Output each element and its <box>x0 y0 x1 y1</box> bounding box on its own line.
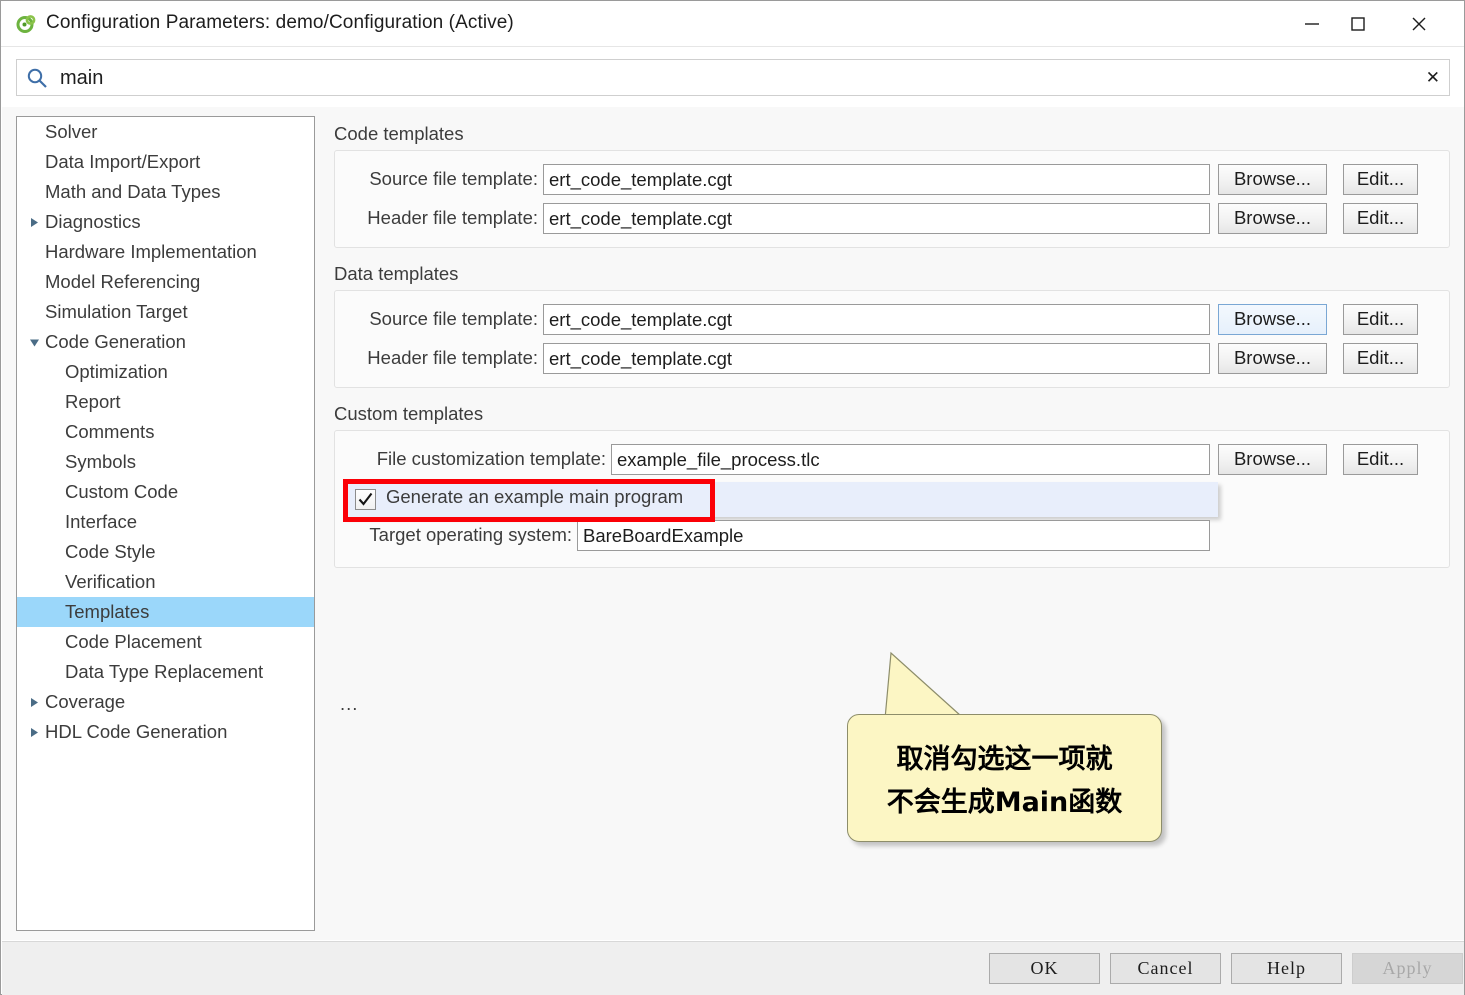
sidebar-item-model-referencing[interactable]: Model Referencing <box>17 267 314 297</box>
file-customization-template-input[interactable]: example_file_process.tlc <box>611 444 1210 475</box>
sidebar-item-label: Data Type Replacement <box>65 661 264 682</box>
sidebar-item-interface[interactable]: Interface <box>17 507 314 537</box>
sidebar-item-templates[interactable]: Templates <box>17 597 314 627</box>
data-header-edit-button[interactable]: Edit... <box>1343 343 1418 374</box>
code-templates-heading: Code templates <box>334 123 464 144</box>
sidebar-item-hardware-implementation[interactable]: Hardware Implementation <box>17 237 314 267</box>
data-header-file-template-input[interactable]: ert_code_template.cgt <box>543 343 1210 374</box>
sidebar-item-label: Code Style <box>65 541 156 562</box>
sidebar-item-comments[interactable]: Comments <box>17 417 314 447</box>
annotation-callout: 取消勾选这一项就 不会生成Main函数 <box>847 651 1162 842</box>
generate-main-program-checkbox[interactable] <box>355 489 376 510</box>
help-button[interactable]: Help <box>1231 953 1342 984</box>
data-templates-heading: Data templates <box>334 263 459 284</box>
code-header-file-template-input[interactable]: ert_code_template.cgt <box>543 203 1210 234</box>
code-header-browse-button[interactable]: Browse... <box>1218 203 1327 234</box>
code-source-edit-button[interactable]: Edit... <box>1343 164 1418 195</box>
minimize-button[interactable] <box>1289 1 1335 46</box>
search-query-text: main <box>60 67 104 89</box>
callout-line-1: 取消勾选这一项就 <box>896 744 1113 775</box>
data-source-edit-button[interactable]: Edit... <box>1343 304 1418 335</box>
sidebar-item-math-and-data-types[interactable]: Math and Data Types <box>17 177 314 207</box>
chevron-right-icon[interactable] <box>29 207 41 237</box>
data-source-file-template-label: Source file template: <box>369 308 538 329</box>
sidebar-item-report[interactable]: Report <box>17 387 314 417</box>
sidebar-item-label: Templates <box>65 601 150 622</box>
generate-main-program-row[interactable]: Generate an example main program <box>344 482 1218 517</box>
close-button[interactable] <box>1396 1 1442 46</box>
dialog-body: Solver Data Import/Export Math and Data Ty… <box>2 107 1464 940</box>
sidebar-item-verification[interactable]: Verification <box>17 567 314 597</box>
sidebar-item-label: Hardware Implementation <box>45 241 257 262</box>
code-source-file-template-input[interactable]: ert_code_template.cgt <box>543 164 1210 195</box>
sidebar-item-label: Code Generation <box>45 331 186 352</box>
target-operating-system-label: Target operating system: <box>369 524 572 545</box>
data-header-file-template-label: Header file template: <box>367 347 538 368</box>
sidebar-item-label: Custom Code <box>65 481 179 502</box>
sidebar-item-label: Symbols <box>65 451 136 472</box>
more-options-ellipsis: ... <box>340 693 359 714</box>
sidebar-item-diagnostics[interactable]: Diagnostics <box>17 207 314 237</box>
configuration-parameters-window: Configuration Parameters: demo/Configura… <box>0 0 1465 995</box>
callout-text: 取消勾选这一项就 不会生成Main函数 <box>847 738 1162 824</box>
search-icon <box>26 67 48 89</box>
apply-button[interactable]: Apply <box>1352 953 1463 984</box>
file-customization-template-label: File customization template: <box>376 448 606 469</box>
templates-pane: Code templates Source file template: ert… <box>320 107 1464 940</box>
ok-button[interactable]: OK <box>989 953 1100 984</box>
sidebar-item-label: Solver <box>45 121 98 142</box>
page-title: Configuration Parameters: demo/Configura… <box>46 12 514 33</box>
sidebar-item-label: Math and Data Types <box>45 181 221 202</box>
sidebar-item-label: Interface <box>65 511 137 532</box>
generate-main-program-label: Generate an example main program <box>386 486 684 507</box>
sidebar-item-solver[interactable]: Solver <box>17 117 314 147</box>
code-header-file-template-label: Header file template: <box>367 207 538 228</box>
sidebar-item-label: HDL Code Generation <box>45 721 228 742</box>
file-customization-browse-button[interactable]: Browse... <box>1218 444 1327 475</box>
chevron-down-icon[interactable] <box>29 327 41 357</box>
sidebar-item-label: Coverage <box>45 691 126 712</box>
sidebar-item-coverage[interactable]: Coverage <box>17 687 314 717</box>
data-source-browse-button[interactable]: Browse... <box>1218 304 1327 335</box>
code-source-browse-button[interactable]: Browse... <box>1218 164 1327 195</box>
target-operating-system-select[interactable]: BareBoardExample <box>577 520 1210 551</box>
sidebar-item-label: Diagnostics <box>45 211 141 232</box>
sidebar-item-code-generation[interactable]: Code Generation <box>17 327 314 357</box>
sidebar-item-hdl-code-generation[interactable]: HDL Code Generation <box>17 717 314 747</box>
search-input[interactable]: main ✕ <box>16 59 1450 96</box>
sidebar-item-simulation-target[interactable]: Simulation Target <box>17 297 314 327</box>
sidebar-item-label: Data Import/Export <box>45 151 201 172</box>
custom-templates-heading: Custom templates <box>334 403 484 424</box>
sidebar-item-label: Model Referencing <box>45 271 201 292</box>
data-source-file-template-input[interactable]: ert_code_template.cgt <box>543 304 1210 335</box>
sidebar-item-label: Simulation Target <box>45 301 188 322</box>
sidebar-item-symbols[interactable]: Symbols <box>17 447 314 477</box>
callout-line-2: 不会生成Main函数 <box>886 787 1123 818</box>
title-bar: Configuration Parameters: demo/Configura… <box>1 1 1464 47</box>
sidebar-item-data-type-replacement[interactable]: Data Type Replacement <box>17 657 314 687</box>
sidebar-item-label: Verification <box>65 571 156 592</box>
dialog-footer: OK Cancel Help Apply <box>2 941 1464 995</box>
code-header-edit-button[interactable]: Edit... <box>1343 203 1418 234</box>
sidebar-item-label: Code Placement <box>65 631 202 652</box>
sidebar-item-code-style[interactable]: Code Style <box>17 537 314 567</box>
simulink-logo-icon <box>16 14 36 34</box>
code-source-file-template-label: Source file template: <box>369 168 538 189</box>
sidebar-item-custom-code[interactable]: Custom Code <box>17 477 314 507</box>
sidebar-item-code-placement[interactable]: Code Placement <box>17 627 314 657</box>
sidebar-item-label: Comments <box>65 421 155 442</box>
clear-search-icon[interactable]: ✕ <box>1426 68 1440 88</box>
file-customization-edit-button[interactable]: Edit... <box>1343 444 1418 475</box>
chevron-right-icon[interactable] <box>29 687 41 717</box>
cancel-button[interactable]: Cancel <box>1110 953 1221 984</box>
sidebar-item-label: Optimization <box>65 361 168 382</box>
maximize-button[interactable] <box>1335 1 1381 46</box>
settings-tree[interactable]: Solver Data Import/Export Math and Data Ty… <box>16 116 315 931</box>
sidebar-item-optimization[interactable]: Optimization <box>17 357 314 387</box>
data-header-browse-button[interactable]: Browse... <box>1218 343 1327 374</box>
sidebar-item-label: Report <box>65 391 121 412</box>
sidebar-item-data-import-export[interactable]: Data Import/Export <box>17 147 314 177</box>
chevron-right-icon[interactable] <box>29 717 41 747</box>
